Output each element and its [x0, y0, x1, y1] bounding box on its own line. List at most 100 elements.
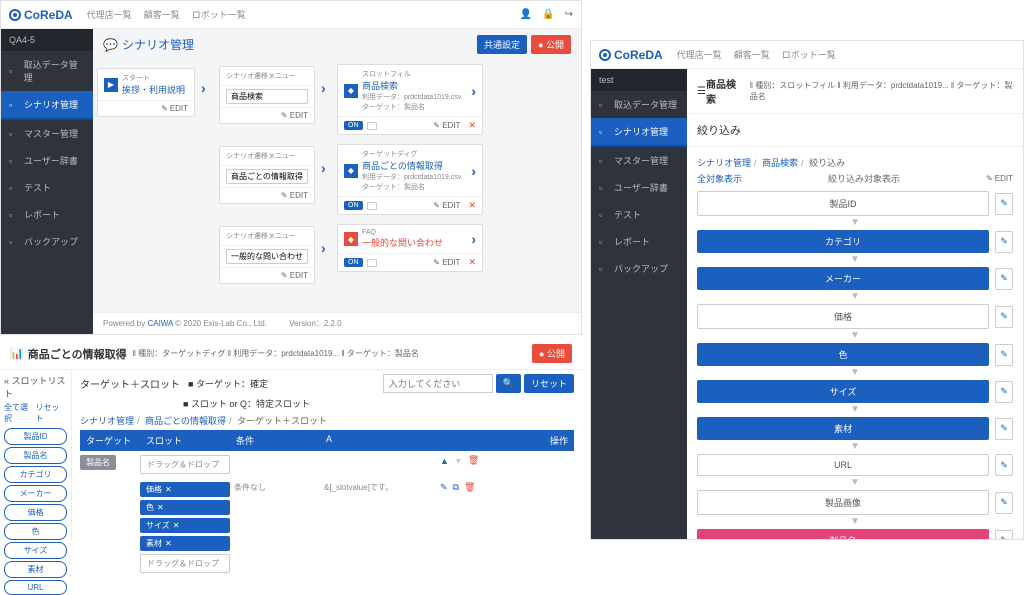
step-bar[interactable]: 素材 — [697, 417, 989, 440]
chevron-right-icon[interactable]: › — [471, 83, 476, 99]
on-toggle[interactable]: ON — [344, 121, 363, 130]
target-tag[interactable]: 製品名 — [80, 455, 116, 470]
step-bar[interactable]: 製品ID — [697, 191, 989, 216]
common-settings-button[interactable]: 共通設定 — [477, 35, 527, 54]
remove-icon[interactable]: ✕ — [173, 521, 180, 530]
slot-node[interactable]: ◆スロットフィル商品検索利用データ：prdctdata1019.csvターゲット… — [337, 64, 483, 135]
sidebar-item[interactable]: ▫シナリオ管理 — [1, 91, 93, 120]
sidebar-item[interactable]: ▫テスト — [591, 201, 687, 228]
step-edit-button[interactable]: ✎ — [995, 193, 1013, 215]
chevron-right-icon[interactable]: › — [471, 231, 476, 247]
copy-icon[interactable]: ⧉ — [453, 482, 459, 493]
logo[interactable]: CoReDA — [9, 8, 73, 22]
slot-chip[interactable]: メーカー — [4, 485, 67, 502]
step-edit-button[interactable]: ✎ — [995, 231, 1013, 253]
select-all[interactable]: 全て選択 — [4, 402, 36, 424]
sidebar-item[interactable]: ▫シナリオ管理 — [591, 118, 687, 147]
caiwa-link[interactable]: CAIWA — [147, 319, 172, 328]
edit-button[interactable]: ✎ EDIT — [281, 191, 308, 200]
slot-chip[interactable]: サイズ — [4, 542, 67, 559]
sidebar-item[interactable]: ▫ユーザー辞書 — [1, 147, 93, 174]
nav-robots[interactable]: ロボット一覧 — [782, 48, 836, 61]
menu-node[interactable]: シナリオ遷移メニュー✎ EDIT — [219, 226, 315, 284]
slot-chip[interactable]: 価格 — [4, 504, 67, 521]
start-node[interactable]: ▶スタート挨拶・利用説明 ✎ EDIT — [97, 68, 195, 117]
menu-node[interactable]: シナリオ遷移メニュー✎ EDIT — [219, 66, 315, 124]
move-up-icon[interactable]: ▲ — [440, 456, 449, 466]
nav-robots[interactable]: ロボット一覧 — [192, 8, 246, 21]
step-edit-button[interactable]: ✎ — [995, 381, 1013, 403]
slot-chip[interactable]: 製品ID — [4, 428, 67, 445]
show-all-link[interactable]: 全対象表示 — [697, 172, 742, 185]
remove-icon[interactable]: ✕ — [165, 485, 172, 494]
slot-dropzone[interactable]: ドラッグ＆ドロップ — [140, 455, 230, 474]
delete-icon[interactable]: 🗑 — [464, 482, 475, 493]
chevron-right-icon[interactable]: › — [471, 163, 476, 179]
slot-chip[interactable]: 製品名 — [4, 447, 67, 464]
publish-button[interactable]: ● 公開 — [532, 344, 572, 363]
slot-dropzone[interactable]: ドラッグ＆ドロップ — [140, 554, 230, 573]
logout-icon[interactable]: ↪ — [565, 9, 573, 20]
step-bar[interactable]: 色 — [697, 343, 989, 366]
delete-icon[interactable]: ✕ — [468, 257, 476, 268]
flow-canvas[interactable]: ▶スタート挨拶・利用説明 ✎ EDIT › シナリオ遷移メニュー✎ EDIT › シ… — [93, 60, 581, 312]
edit-button[interactable]: ✎ EDIT — [433, 258, 460, 267]
slot-tag[interactable]: サイズ✕ — [140, 518, 230, 533]
step-edit-button[interactable]: ✎ — [995, 418, 1013, 440]
sidebar-item[interactable]: ▫バックアップ — [1, 228, 93, 255]
slot-chip[interactable]: カテゴリ — [4, 466, 67, 483]
slot-tag[interactable]: 価格✕ — [140, 482, 230, 497]
step-bar[interactable]: メーカー — [697, 267, 989, 290]
edit-button[interactable]: ✎ EDIT — [986, 174, 1013, 183]
step-bar[interactable]: 製品画像 — [697, 490, 989, 515]
sidebar-item[interactable]: ▫マスター管理 — [1, 120, 93, 147]
sidebar-item[interactable]: ▫取込データ管理 — [1, 51, 93, 91]
sidebar-item[interactable]: ▫レポート — [1, 201, 93, 228]
delete-icon[interactable]: ✕ — [468, 200, 476, 211]
menu-input[interactable] — [226, 249, 308, 264]
step-bar[interactable]: サイズ — [697, 380, 989, 403]
crumb-0[interactable]: シナリオ管理 — [80, 416, 134, 426]
menu-input[interactable] — [226, 169, 308, 184]
edit-button[interactable]: ✎ EDIT — [281, 111, 308, 120]
slot-node[interactable]: ◆FAQ一般的な問い合わせ›ON✎ EDIT✕ — [337, 224, 483, 272]
step-bar[interactable]: 価格 — [697, 304, 989, 329]
sidebar-item[interactable]: ▫レポート — [591, 228, 687, 255]
nav-customers[interactable]: 顧客一覧 — [144, 8, 180, 21]
move-down-icon[interactable]: ▼ — [454, 456, 463, 466]
search-button[interactable]: 🔍 — [496, 374, 521, 393]
step-edit-button[interactable]: ✎ — [995, 530, 1013, 540]
slot-tag[interactable]: 素材✕ — [140, 536, 230, 551]
crumb-1[interactable]: 商品検索 — [762, 158, 798, 168]
publish-button[interactable]: ● 公開 — [531, 35, 571, 54]
nav-agents[interactable]: 代理店一覧 — [87, 8, 132, 21]
reset-button[interactable]: リセット — [524, 374, 574, 393]
lock-icon[interactable]: 🔒 — [542, 9, 554, 20]
step-edit-button[interactable]: ✎ — [995, 344, 1013, 366]
edit-button[interactable]: ✎ EDIT — [281, 271, 308, 280]
user-icon[interactable]: 👤 — [520, 9, 532, 20]
slot-chip[interactable]: URL — [4, 580, 67, 595]
step-bar[interactable]: カテゴリ — [697, 230, 989, 253]
edit-button[interactable]: ✎ EDIT — [161, 104, 188, 113]
nav-customers[interactable]: 顧客一覧 — [734, 48, 770, 61]
reset-link[interactable]: リセット — [36, 402, 68, 424]
sidebar-item[interactable]: ▫バックアップ — [591, 255, 687, 282]
edit-button[interactable]: ✎ EDIT — [433, 201, 460, 210]
slot-node[interactable]: ◆ターゲットディグ商品ごとの情報取得利用データ：prdctdata1019.cs… — [337, 144, 483, 215]
nav-agents[interactable]: 代理店一覧 — [677, 48, 722, 61]
sidebar-item[interactable]: ▫テスト — [1, 174, 93, 201]
delete-icon[interactable]: ✕ — [468, 120, 476, 131]
menu-node[interactable]: シナリオ遷移メニュー✎ EDIT — [219, 146, 315, 204]
slot-chip[interactable]: 色 — [4, 523, 67, 540]
remove-icon[interactable]: ✕ — [165, 539, 172, 548]
edit-button[interactable]: ✎ EDIT — [433, 121, 460, 130]
sidebar-item[interactable]: ▫マスター管理 — [591, 147, 687, 174]
tab-target-slot[interactable]: ターゲット＋スロット — [80, 376, 180, 391]
sidebar-item[interactable]: ▫ユーザー辞書 — [591, 174, 687, 201]
delete-icon[interactable]: 🗑 — [468, 455, 479, 466]
step-edit-button[interactable]: ✎ — [995, 492, 1013, 514]
crumb-1[interactable]: 商品ごとの情報取得 — [145, 416, 226, 426]
remove-icon[interactable]: ✕ — [157, 503, 164, 512]
crumb-0[interactable]: シナリオ管理 — [697, 158, 751, 168]
